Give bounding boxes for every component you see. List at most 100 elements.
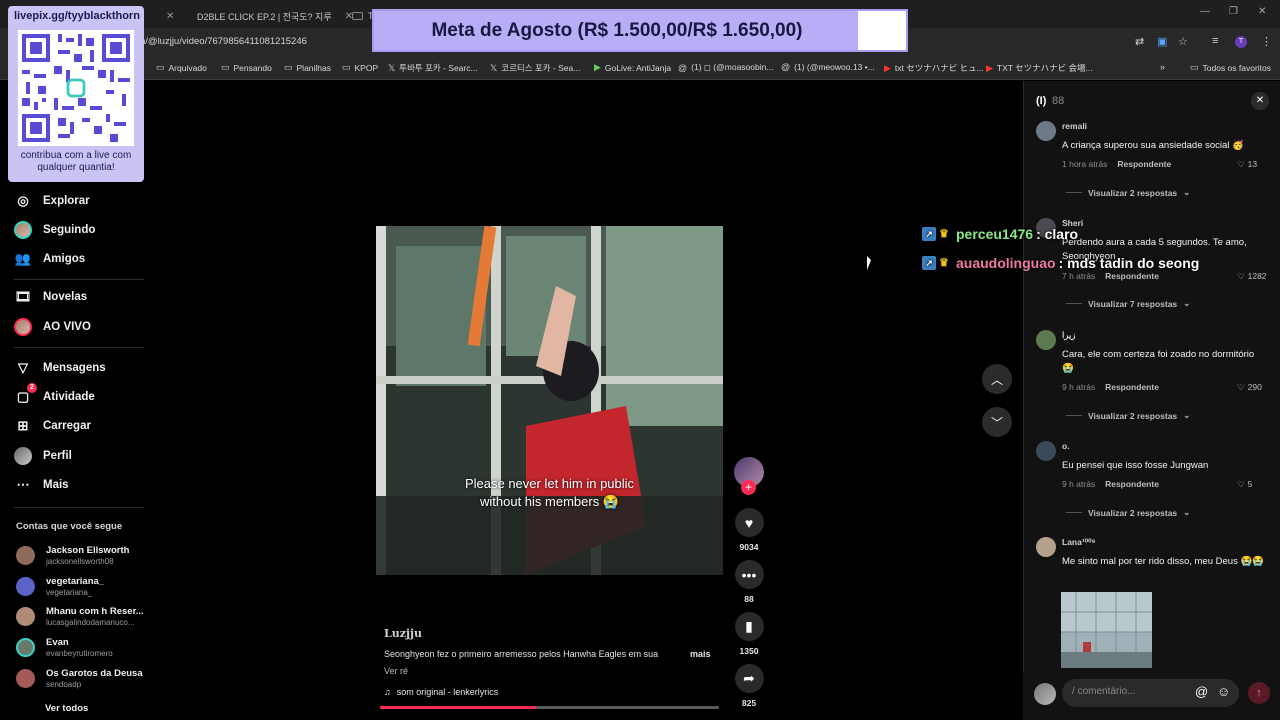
comment-like-button[interactable]: ♡ 13	[1237, 159, 1257, 170]
restore-icon[interactable]: ❐	[1229, 6, 1238, 17]
description-more-button[interactable]: mais	[690, 649, 711, 659]
avatar[interactable]	[1036, 121, 1056, 141]
following-section-title: Contas que você segue	[16, 521, 123, 532]
reply-button[interactable]: Respondente	[1105, 479, 1159, 489]
extension-icon[interactable]: ▣	[1157, 35, 1167, 48]
following-account[interactable]: Jackson Ellsworth jacksonellsworth08	[16, 545, 129, 566]
next-video-button[interactable]: ﹀	[982, 407, 1012, 437]
bookmark-item[interactable]: 𝕏 코르티스 포카 - Sea...	[490, 62, 580, 74]
media-icon[interactable]: ≡	[1212, 35, 1218, 47]
browser-tab[interactable]: D2BLE CLICK EP.2 | 전국도? 지루 ✕	[184, 4, 353, 28]
nav-mensagens[interactable]: ▽ Mensagens	[14, 359, 106, 377]
save-button[interactable]: ▮ 1350	[734, 612, 764, 656]
avatar[interactable]	[1036, 330, 1056, 350]
bookmark-item[interactable]: 𝕏 투바투 포카 - Searc...	[388, 62, 478, 74]
film-icon: 🎞	[14, 289, 32, 304]
following-account[interactable]: Mhanu com h Reser... lucasgalindodamanuco…	[16, 606, 144, 627]
bookmark-item[interactable]: ▭ Planilhas	[284, 62, 331, 73]
following-account[interactable]: Evan evanbeyrutiromero	[16, 637, 113, 658]
emoji-icon[interactable]: ☺	[1217, 684, 1230, 699]
close-icon[interactable]: ✕	[166, 11, 174, 22]
see-all-following[interactable]: Ver todos	[45, 703, 88, 714]
video-progress-fill	[380, 706, 536, 709]
nav-perfil[interactable]: Perfil	[14, 447, 72, 465]
view-replies[interactable]: Visualizar 2 respostas ⌄	[1066, 410, 1190, 421]
bookmark-item[interactable]: ▶ GoLive: AntiJanja	[594, 62, 671, 73]
folder-icon: ▭	[221, 62, 230, 72]
bookmark-icon: ▮	[734, 612, 764, 641]
view-replies[interactable]: Visualizar 2 respostas ⌄	[1066, 507, 1190, 518]
arrow-up-icon: ↑	[1256, 687, 1262, 699]
profile-icon[interactable]: T	[1235, 36, 1247, 48]
see-translation[interactable]: Ver ré	[384, 666, 408, 676]
video-progress-bar[interactable]	[380, 706, 719, 709]
video-sound[interactable]: ♫ som original - lenkerlyrics	[384, 687, 498, 697]
nav-amigos[interactable]: 👥 Amigos	[14, 250, 85, 268]
chevron-down-icon: ⌄	[1183, 298, 1191, 308]
reply-button[interactable]: Respondente	[1105, 382, 1159, 392]
bookmark-item[interactable]: ▶ TXT セツナハナビ 会場...	[986, 62, 1093, 74]
bookmark-item[interactable]: ▶ txt セツナハナビ ヒュ...	[884, 62, 984, 74]
folder-icon: ▭	[342, 62, 351, 72]
nav-seguindo[interactable]: Seguindo	[14, 221, 95, 239]
tab-close-previous[interactable]: ✕	[150, 4, 182, 28]
nav-novelas[interactable]: 🎞 Novelas	[14, 288, 87, 306]
bookmark-item[interactable]: @ (1) ◻ (@moasoobin...	[678, 62, 773, 73]
comment-like-button[interactable]: ♡ 1282	[1237, 271, 1267, 282]
following-account[interactable]: vegetariana_ vegetariana_	[16, 576, 104, 597]
previous-video-button[interactable]: ︿	[982, 364, 1012, 394]
heart-outline-icon: ♡	[1237, 159, 1245, 169]
goal-text: Meta de Agosto (R$ 1.500,00/R$ 1.650,00)	[431, 19, 803, 41]
prime-badge-icon: ↗	[922, 256, 936, 270]
reply-button[interactable]: Respondente	[1117, 159, 1171, 169]
like-button[interactable]: ♥ 9034	[734, 508, 764, 552]
comment-like-button[interactable]: ♡ 5	[1237, 479, 1252, 490]
close-icon[interactable]: ✕	[1251, 92, 1269, 110]
nav-ao-vivo[interactable]: AO VIVO	[14, 318, 91, 336]
view-replies[interactable]: Visualizar 7 respostas ⌄	[1066, 298, 1190, 309]
nav-carregar[interactable]: ⊞ Carregar	[14, 417, 91, 435]
nav-divider	[14, 507, 144, 508]
follow-plus-icon[interactable]: +	[741, 480, 756, 495]
bookmark-item[interactable]: @ (1) (@meowoo.13 •...	[781, 62, 875, 72]
all-favorites[interactable]: ▭ Todos os favoritos	[1190, 62, 1271, 73]
following-account[interactable]: Os Garotos da Deusa sendoadp	[16, 668, 143, 689]
close-window-icon[interactable]: ✕	[1258, 6, 1266, 17]
send-button[interactable]: ↑	[1248, 682, 1270, 704]
nav-atividade[interactable]: ▢ 2 Atividade	[14, 383, 95, 406]
video-player[interactable]: Please never let him in public without h…	[376, 226, 723, 575]
comment-button[interactable]: ••• 88	[734, 560, 764, 604]
bookmarks-overflow[interactable]: »	[1160, 62, 1165, 72]
comment-like-button[interactable]: ♡ 290	[1237, 382, 1262, 393]
comment-item: زيرا Cara, ele com certeza foi zoado no …	[1036, 330, 1271, 421]
comment-photo-icon	[1061, 592, 1152, 668]
avatar[interactable]	[1036, 537, 1056, 557]
view-replies[interactable]: Visualizar 2 respostas ⌄	[1066, 187, 1190, 198]
comment-image[interactable]	[1061, 592, 1152, 668]
nav-mais[interactable]: ⋯ Mais	[14, 476, 69, 494]
translate-icon[interactable]: ⇄	[1135, 35, 1144, 48]
url-field[interactable]: n/@luzjju/video/7679856411081215246	[140, 36, 307, 47]
comment-input[interactable]: / comentário... @ ☺	[1062, 679, 1239, 707]
profile-icon	[14, 447, 32, 465]
bookmark-item[interactable]: ▭ Arquivado	[156, 62, 207, 73]
mention-icon[interactable]: @	[1195, 684, 1208, 699]
minimize-icon[interactable]: —	[1200, 6, 1210, 17]
crown-icon: ♛	[939, 228, 949, 240]
qr-pattern-icon	[18, 30, 134, 146]
star-icon[interactable]: ☆	[1178, 35, 1188, 48]
bookmark-item[interactable]: ▭ KPOP	[342, 62, 378, 73]
chevron-down-icon: ⌄	[1183, 507, 1191, 517]
chat-message: ↗ ♛ auaudolinguao : mds tadin do seong	[922, 255, 1199, 271]
prime-badge-icon: ↗	[922, 227, 936, 241]
menu-icon[interactable]: ⋮	[1261, 35, 1272, 48]
avatar[interactable]	[1036, 441, 1056, 461]
avatar	[16, 577, 35, 596]
video-author[interactable]: Luzjju	[384, 627, 422, 640]
nav-explorar[interactable]: ◎ Explorar	[14, 192, 89, 210]
share-button[interactable]: ➦ 825	[734, 664, 764, 708]
bookmark-item[interactable]: ▭ Pensando	[221, 62, 272, 73]
reply-button[interactable]: Respondente	[1105, 271, 1159, 281]
golive-icon: ▶	[594, 62, 601, 72]
chevron-down-icon: ⌄	[1183, 187, 1191, 197]
